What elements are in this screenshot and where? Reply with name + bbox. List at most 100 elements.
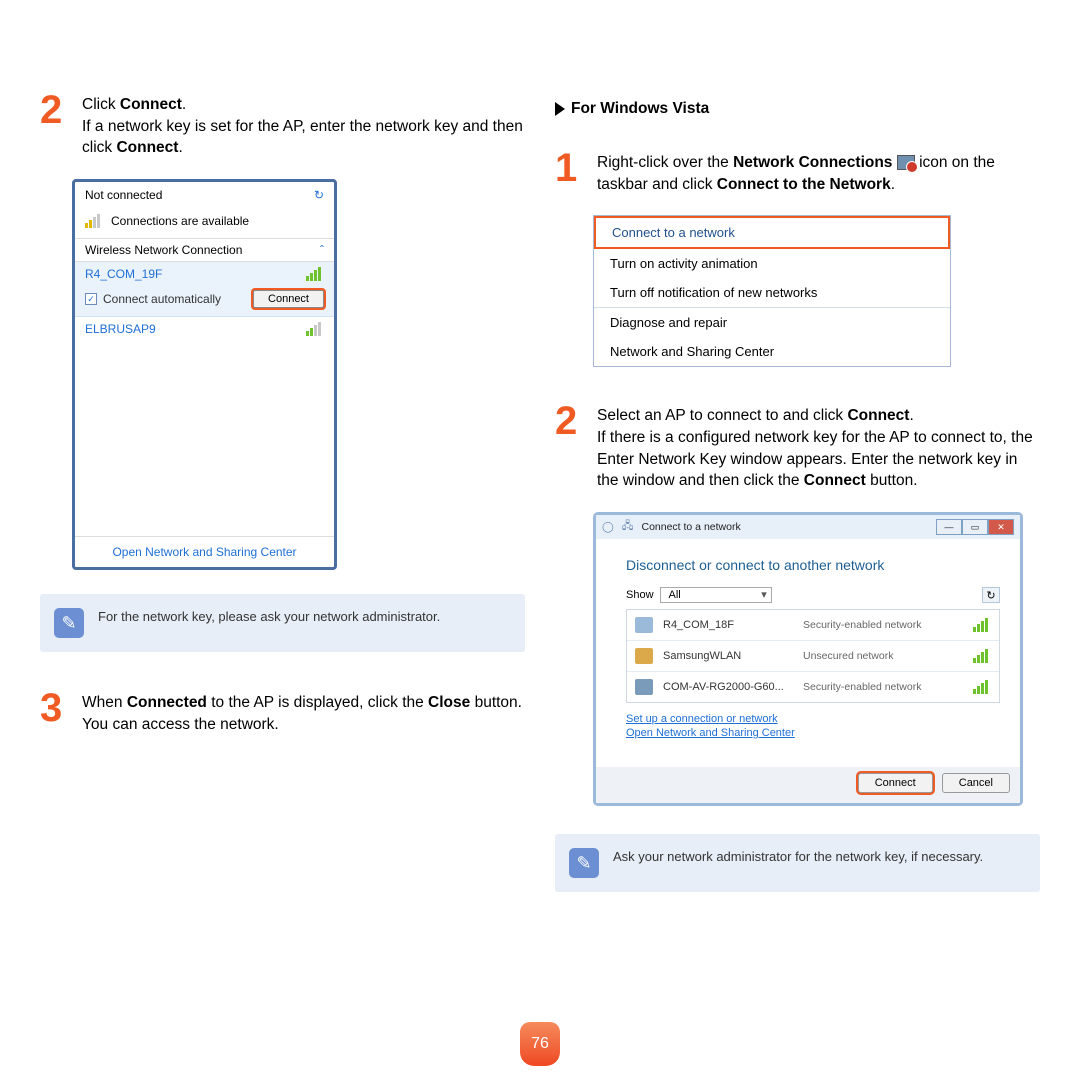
network-icon	[635, 648, 653, 664]
connect-automatically-checkbox[interactable]: ✓	[85, 293, 97, 305]
network-icon	[635, 679, 653, 695]
step-number: 1	[555, 148, 587, 195]
show-label: Show	[626, 589, 654, 601]
menu-item-notification[interactable]: Turn off notification of new networks	[594, 278, 950, 307]
step-number: 3	[40, 688, 72, 735]
note-box: ✎ Ask your network administrator for the…	[555, 834, 1040, 892]
setup-connection-link[interactable]: Set up a connection or network	[626, 713, 1000, 725]
text-bold: Connected	[127, 694, 207, 711]
pencil-icon: ✎	[54, 608, 84, 638]
text-bold: Connect	[847, 407, 909, 424]
note-box: ✎ For the network key, please ask your n…	[40, 594, 525, 652]
wireless-section-header: Wireless Network Connection	[85, 243, 242, 257]
window-titlebar: ◯ 🖧 Connect to a network — ▭ ✕	[596, 515, 1020, 539]
close-button[interactable]: ✕	[988, 519, 1014, 535]
network-security: Security-enabled network	[803, 619, 963, 631]
win7-network-popup: Not connected ↻ Connections are availabl…	[72, 179, 337, 570]
connect-automatically-label: Connect automatically	[103, 292, 221, 306]
maximize-button[interactable]: ▭	[962, 519, 988, 535]
network-security: Security-enabled network	[803, 681, 963, 693]
signal-icon	[306, 267, 324, 281]
vista-heading: For Windows Vista	[555, 100, 1040, 118]
vista-connect-window: ◯ 🖧 Connect to a network — ▭ ✕ Disconnec…	[593, 512, 1023, 806]
text-bold: Connect to the Network	[717, 176, 891, 193]
network-name: SamsungWLAN	[663, 650, 793, 662]
signal-icon	[306, 322, 324, 336]
text: button.	[866, 472, 918, 489]
step1-text: Right-click over the Network Connections…	[597, 152, 1040, 195]
show-dropdown[interactable]: All	[660, 587, 772, 603]
triangle-icon	[555, 102, 565, 116]
text: When	[82, 694, 127, 711]
network-row[interactable]: COM-AV-RG2000-G60... Security-enabled ne…	[627, 672, 999, 702]
globe-icon: 🖧	[622, 518, 634, 536]
pencil-icon: ✎	[569, 848, 599, 878]
text-bold: Close	[428, 694, 470, 711]
text-bold: Connect	[120, 96, 182, 113]
step3-text: When Connected to the AP is displayed, c…	[82, 692, 525, 714]
network-row[interactable]: R4_COM_18F Security-enabled network	[627, 610, 999, 641]
network-security: Unsecured network	[803, 650, 963, 662]
text-bold: Connect	[804, 472, 866, 489]
text-bold: Connect	[116, 139, 178, 156]
connect-button[interactable]: Connect	[253, 290, 324, 308]
network-icon	[635, 617, 653, 633]
signal-icon	[973, 680, 991, 694]
connections-available-label: Connections are available	[111, 214, 249, 228]
network-list: R4_COM_18F Security-enabled network Sams…	[626, 609, 1000, 703]
vista-context-menu: Connect to a network Turn on activity an…	[593, 215, 951, 367]
chevron-up-icon[interactable]: ˆ	[320, 243, 324, 257]
menu-item-activity[interactable]: Turn on activity animation	[594, 249, 950, 278]
back-icon[interactable]: ◯	[602, 521, 614, 533]
step2-text: Click Connect.	[82, 94, 525, 116]
network-row[interactable]: SamsungWLAN Unsecured network	[627, 641, 999, 672]
text: Select an AP to connect to and click	[597, 407, 847, 424]
connect-row: ✓ Connect automatically Connect	[75, 286, 334, 317]
connect-button[interactable]: Connect	[858, 773, 933, 793]
step-2-left: 2 Click Connect. If a network key is set…	[40, 90, 525, 159]
note-text: For the network key, please ask your net…	[98, 608, 511, 638]
text: .	[182, 96, 186, 113]
text: .	[178, 139, 182, 156]
menu-item-diagnose[interactable]: Diagnose and repair	[594, 307, 950, 337]
text: Right-click over the	[597, 154, 733, 171]
step-number: 2	[555, 401, 587, 492]
network-connections-icon	[897, 155, 915, 170]
step-1-right: 1 Right-click over the Network Connectio…	[555, 148, 1040, 195]
text: button.	[470, 694, 522, 711]
step2r-para: If there is a configured network key for…	[597, 427, 1040, 492]
step3-line2: You can access the network.	[82, 714, 525, 736]
signal-icon	[85, 214, 103, 228]
heading-text: For Windows Vista	[571, 100, 709, 118]
text-bold: Network Connections	[733, 154, 892, 171]
text: Click	[82, 96, 120, 113]
open-sharing-center-link[interactable]: Open Network and Sharing Center	[626, 727, 1000, 739]
window-heading: Disconnect or connect to another network	[626, 557, 1000, 573]
text: to the AP is displayed, click the	[207, 694, 428, 711]
network-name: R4_COM_18F	[663, 619, 793, 631]
refresh-icon[interactable]: ↻	[982, 587, 1000, 603]
window-title: Connect to a network	[641, 521, 740, 533]
open-network-center-link[interactable]: Open Network and Sharing Center	[75, 536, 334, 567]
page-number: 76	[520, 1022, 560, 1066]
minimize-button[interactable]: —	[936, 519, 962, 535]
step-number: 2	[40, 90, 72, 159]
menu-item-connect[interactable]: Connect to a network	[594, 216, 950, 249]
signal-icon	[973, 618, 991, 632]
network-name: ELBRUSAP9	[85, 322, 156, 336]
network-name: COM-AV-RG2000-G60...	[663, 681, 793, 693]
not-connected-label: Not connected	[85, 188, 162, 202]
step-3-left: 3 When Connected to the AP is displayed,…	[40, 688, 525, 735]
step-2-right: 2 Select an AP to connect to and click C…	[555, 401, 1040, 492]
menu-item-sharing-center[interactable]: Network and Sharing Center	[594, 337, 950, 366]
network-item[interactable]: ELBRUSAP9	[75, 317, 334, 341]
step2-line2: If a network key is set for the AP, ente…	[82, 116, 525, 159]
refresh-icon[interactable]: ↻	[314, 188, 324, 202]
signal-icon	[973, 649, 991, 663]
note-text: Ask your network administrator for the n…	[613, 848, 1026, 878]
network-name: R4_COM_19F	[85, 267, 162, 281]
cancel-button[interactable]: Cancel	[942, 773, 1010, 793]
text: .	[891, 176, 895, 193]
step2r-line1: Select an AP to connect to and click Con…	[597, 405, 1040, 427]
network-item-selected[interactable]: R4_COM_19F	[75, 262, 334, 286]
